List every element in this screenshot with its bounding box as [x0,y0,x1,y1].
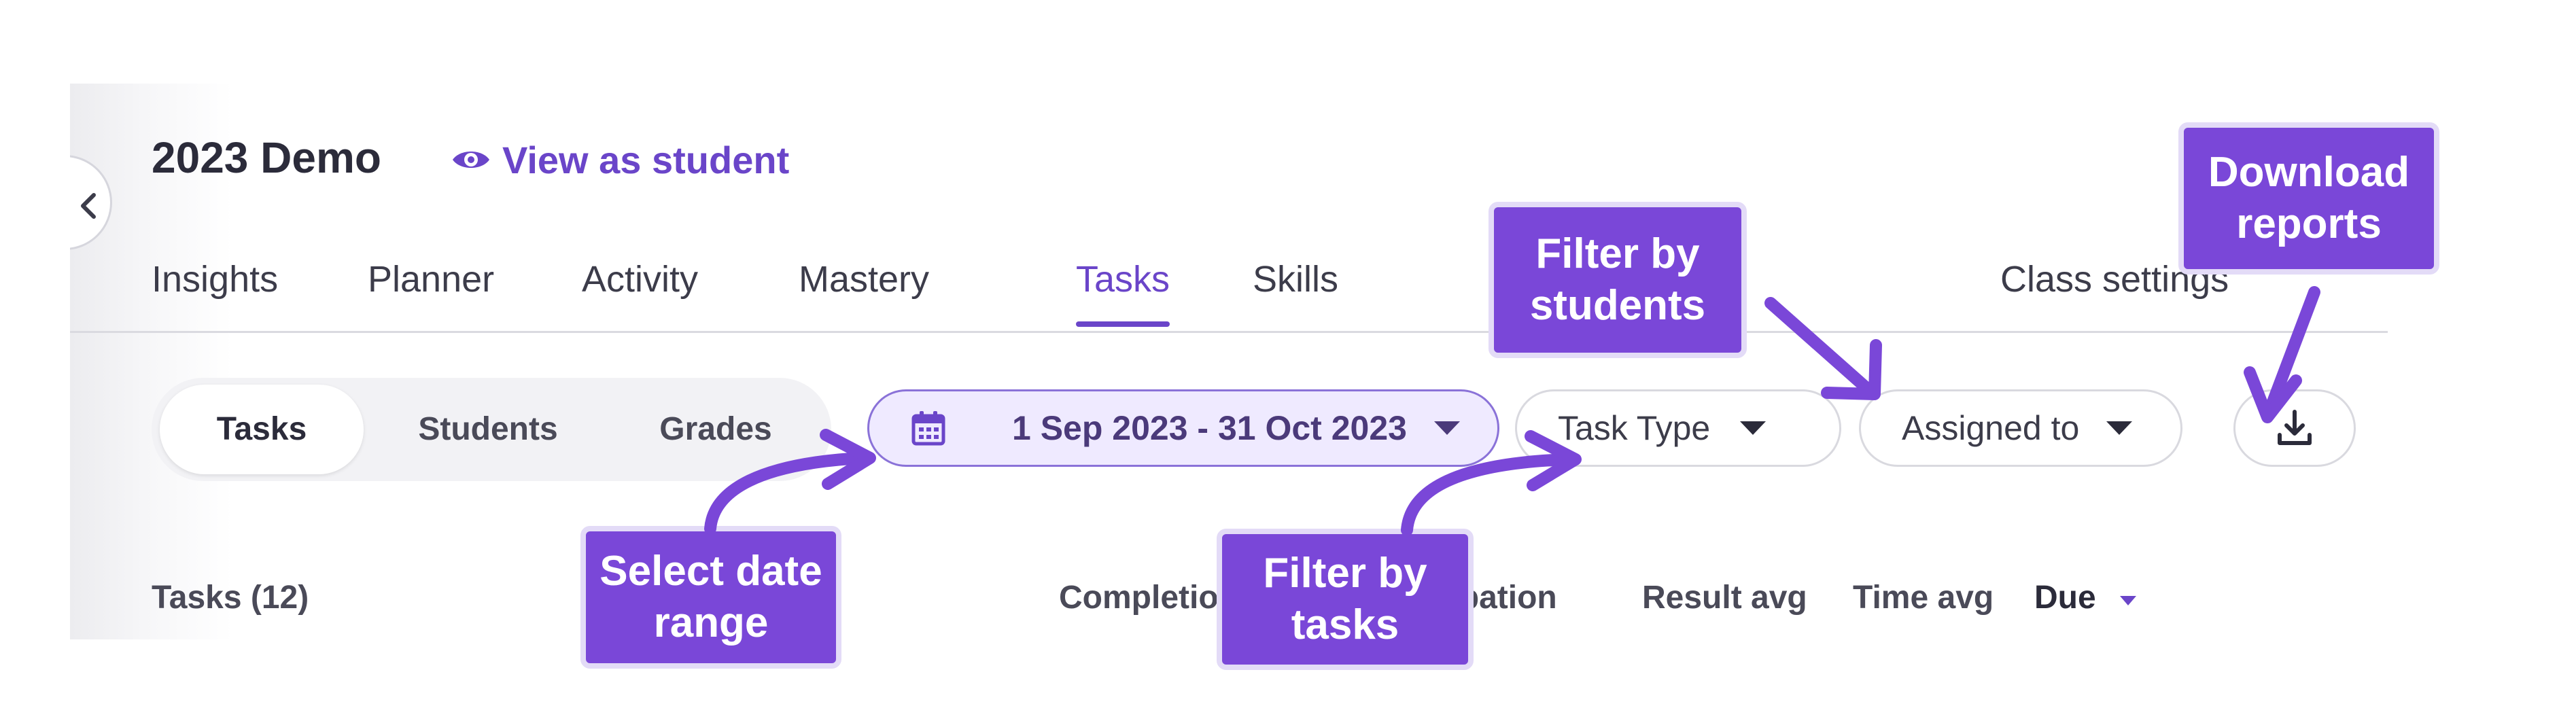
view-as-student-link[interactable]: View as student [451,133,789,187]
chevron-down-icon [2106,421,2133,435]
date-range-value: 1 Sep 2023 - 31 Oct 2023 [1012,409,1407,447]
eye-icon [453,152,489,168]
view-as-student-label: View as student [502,138,790,181]
column-time-avg[interactable]: Time avg [1853,574,1994,622]
view-segmented-control: Tasks Students Grades [152,378,831,481]
segment-tasks[interactable]: Tasks [160,385,364,474]
tab-label: Tasks [1076,259,1170,300]
tab-label: Skills [1253,259,1339,300]
tab-insights[interactable]: Insights [152,252,278,327]
chevron-left-icon [81,193,96,219]
callout-download-reports: Download reports [2178,122,2439,275]
segment-students[interactable]: Students [376,385,600,474]
column-completion[interactable]: Completion [1059,574,1238,622]
chevron-down-icon [1433,421,1460,435]
tab-label: Planner [368,259,495,300]
task-type-label: Task Type [1558,409,1711,447]
tab-activity[interactable]: Activity [582,252,698,327]
tab-label: Insights [152,259,279,300]
column-due[interactable]: Due [2034,574,2096,622]
sort-descending-icon[interactable] [2120,596,2136,605]
chevron-down-icon [1740,421,1766,435]
page-title: 2023 Demo [152,133,381,182]
date-range-picker[interactable]: 1 Sep 2023 - 31 Oct 2023 [867,389,1499,467]
tab-planner[interactable]: Planner [368,252,494,327]
callout-select-date-range: Select date range [580,526,841,669]
tab-tasks[interactable]: Tasks [1076,252,1170,327]
callout-filter-by-students: Filter by students [1489,202,1747,358]
calendar-icon [911,411,945,446]
tasks-count: Tasks (12) [152,580,309,616]
assigned-to-label: Assigned to [1902,409,2080,447]
active-tab-underline [1076,321,1170,327]
callout-filter-by-tasks: Filter by tasks [1217,529,1474,670]
screenshot-stage: 2023 Demo View as student Insights Plann… [0,0,2576,723]
task-type-filter[interactable]: Task Type [1515,389,1841,467]
download-icon [2278,410,2312,445]
tab-label: Mastery [799,259,930,300]
segment-grades[interactable]: Grades [614,385,818,474]
tab-mastery[interactable]: Mastery [799,252,929,327]
tabs-divider [70,331,2388,333]
download-reports-button[interactable] [2233,389,2356,467]
tab-label: Activity [582,259,699,300]
column-result-avg[interactable]: Result avg [1642,574,1807,622]
tab-skills[interactable]: Skills [1253,252,1338,327]
assigned-to-filter[interactable]: Assigned to [1859,389,2182,467]
